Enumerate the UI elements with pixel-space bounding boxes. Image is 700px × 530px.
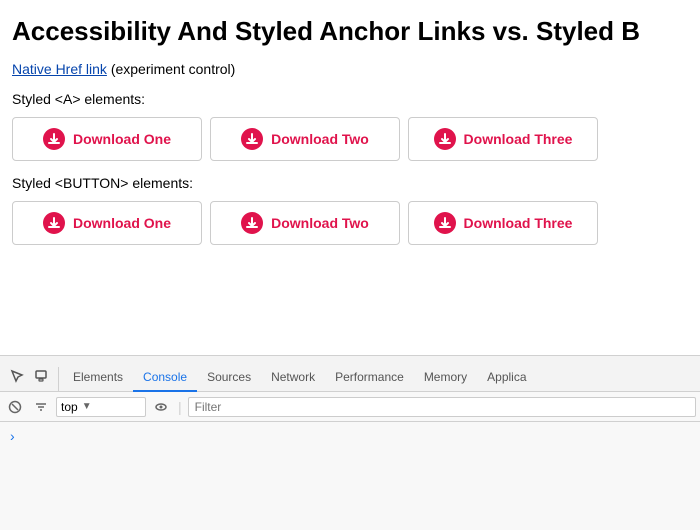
tab-elements[interactable]: Elements	[63, 364, 133, 392]
button-button-row: Download One Download Two Download Three	[12, 201, 688, 245]
native-link-paragraph: Native Href link (experiment control)	[12, 61, 688, 77]
download-icon-5	[241, 212, 263, 234]
download-icon-4	[43, 212, 65, 234]
anchor-download-three[interactable]: Download Three	[408, 117, 598, 161]
btn-download-three-label: Download Three	[464, 215, 573, 231]
device-toolbar-icon[interactable]	[32, 367, 50, 385]
tab-console[interactable]: Console	[133, 364, 197, 392]
experiment-note: (experiment control)	[111, 61, 236, 77]
tab-application[interactable]: Applica	[477, 364, 536, 392]
btn-download-one-label: Download One	[73, 215, 171, 231]
filter-input[interactable]	[188, 397, 696, 417]
btn-download-two-label: Download Two	[271, 215, 369, 231]
devtools-tab-bar: Elements Console Sources Network Perform…	[0, 356, 700, 392]
anchor-download-two[interactable]: Download Two	[210, 117, 400, 161]
btn-download-one[interactable]: Download One	[12, 201, 202, 245]
download-icon-2	[241, 128, 263, 150]
inspect-element-icon[interactable]	[8, 367, 26, 385]
eye-icon-button[interactable]	[150, 396, 172, 418]
devtools-toolbar: top ▼ |	[0, 392, 700, 422]
chevron-down-icon: ▼	[82, 401, 92, 412]
download-icon-3	[434, 128, 456, 150]
btn-download-three[interactable]: Download Three	[408, 201, 598, 245]
download-icon-1	[43, 128, 65, 150]
tab-performance[interactable]: Performance	[325, 364, 414, 392]
anchor-download-two-label: Download Two	[271, 131, 369, 147]
anchor-download-one[interactable]: Download One	[12, 117, 202, 161]
tab-network[interactable]: Network	[261, 364, 325, 392]
filter-button[interactable]	[30, 396, 52, 418]
btn-download-two[interactable]: Download Two	[210, 201, 400, 245]
devtools-panel: Elements Console Sources Network Perform…	[0, 355, 700, 530]
page-title: Accessibility And Styled Anchor Links vs…	[12, 16, 688, 47]
button-section-label: Styled <BUTTON> elements:	[12, 175, 688, 191]
tab-memory[interactable]: Memory	[414, 364, 477, 392]
devtools-console-content: ›	[0, 422, 700, 450]
anchor-download-one-label: Download One	[73, 131, 171, 147]
context-value: top	[61, 400, 78, 414]
clear-console-button[interactable]	[4, 396, 26, 418]
main-content: Accessibility And Styled Anchor Links vs…	[0, 0, 700, 257]
native-href-link[interactable]: Native Href link	[12, 61, 107, 77]
tab-sources[interactable]: Sources	[197, 364, 261, 392]
context-selector[interactable]: top ▼	[56, 397, 146, 417]
console-caret: ›	[10, 428, 15, 444]
download-icon-6	[434, 212, 456, 234]
anchor-button-row: Download One Download Two Download Three	[12, 117, 688, 161]
devtools-icon-group	[4, 367, 59, 391]
anchor-download-three-label: Download Three	[464, 131, 573, 147]
anchor-section-label: Styled <A> elements:	[12, 91, 688, 107]
